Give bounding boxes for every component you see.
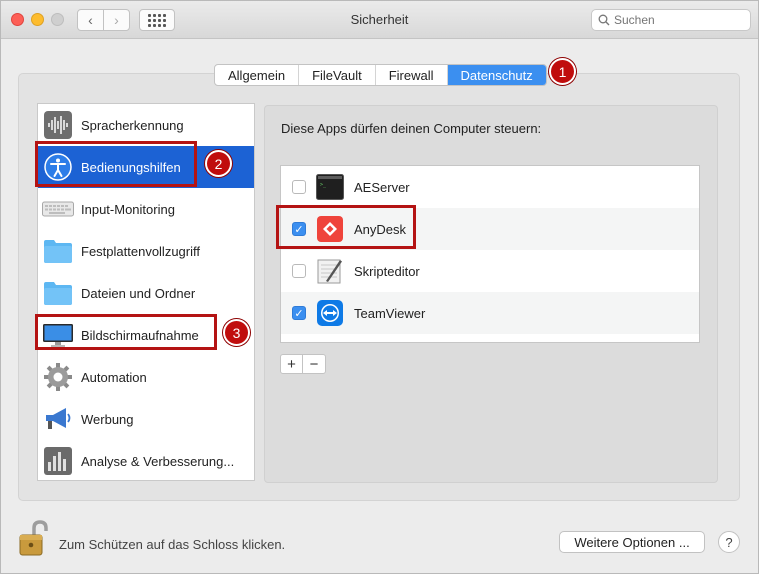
sidebar-item-analytics[interactable]: Analyse & Verbesserung... [38,440,254,480]
app-name: TeamViewer [354,305,426,321]
svg-text:>_: >_ [320,182,327,188]
sidebar-item-speech-recognition[interactable]: Spracherkennung [38,104,254,146]
annotation-highlight-screen-recording [35,314,217,350]
app-row-aeserver[interactable]: >_ AEServer [281,166,699,208]
preferences-window: ‹ › Sicherheit Allgemein FileVault Firew… [0,0,759,574]
sidebar-item-label: Festplattenvollzugriff [81,243,200,259]
megaphone-icon [42,403,74,435]
lock-hint: Zum Schützen auf das Schloss klicken. [59,537,286,552]
tab-filevault[interactable]: FileVault [299,65,376,85]
terminal-icon: >_ [316,173,344,201]
tab-firewall[interactable]: Firewall [376,65,448,85]
annotation-highlight-accessibility [35,141,197,187]
keyboard-icon [42,193,74,225]
app-checkbox[interactable] [292,264,306,278]
app-checkbox[interactable] [292,180,306,194]
sidebar-item-automation[interactable]: Automation [38,356,254,398]
folder-icon [42,277,74,309]
sidebar-item-advertising[interactable]: Werbung [38,398,254,440]
annotation-highlight-anydesk [276,205,416,249]
search-input[interactable] [614,13,744,27]
folder-icon [42,235,74,267]
sidebar-item-label: Input-Monitoring [81,201,175,217]
tab-privacy[interactable]: Datenschutz [447,65,546,85]
tab-bar: Allgemein FileVault Firewall Datenschutz [214,64,547,86]
add-remove-control: + − [280,354,326,374]
sidebar-item-full-disk-access[interactable]: Festplattenvollzugriff [38,230,254,272]
sidebar-item-label: Werbung [81,411,134,427]
advanced-options-button[interactable]: Weitere Optionen ... [559,531,705,553]
annotation-badge-3: 3 [223,319,250,346]
waveform-icon [42,109,74,141]
app-row-teamviewer[interactable]: ✓ TeamViewer [281,292,699,334]
search-field[interactable] [591,9,751,31]
annotation-badge-1: 1 [549,58,576,85]
gear-icon [42,361,74,393]
annotation-badge-2: 2 [205,150,232,177]
remove-app-button[interactable]: − [303,355,325,373]
search-icon [598,14,610,26]
lock-button[interactable] [18,519,50,559]
sidebar-item-label: Automation [81,369,147,385]
checkmark-icon: ✓ [294,307,304,320]
lock-open-icon [19,520,48,556]
app-permission-list: >_ AEServer ✓ AnyDesk Skripteditor ✓ Tea… [280,165,700,343]
sidebar-item-label: Analyse & Verbesserung... [81,453,235,469]
script-editor-icon [316,257,344,285]
sidebar-item-label: Dateien und Ordner [81,285,196,301]
add-app-button[interactable]: + [281,355,303,373]
sidebar-item-files-and-folders[interactable]: Dateien und Ordner [38,272,254,314]
app-name: AEServer [354,179,410,195]
tab-general[interactable]: Allgemein [215,65,300,85]
app-checkbox[interactable]: ✓ [292,306,306,320]
chart-icon [42,445,74,477]
help-button[interactable]: ? [718,531,740,553]
title-bar: ‹ › Sicherheit [1,1,758,39]
sidebar-item-label: Spracherkennung [81,117,184,133]
teamviewer-icon [316,299,344,327]
app-name: Skripteditor [354,263,420,279]
app-row-script-editor[interactable]: Skripteditor [281,250,699,292]
sidebar-item-input-monitoring[interactable]: Input-Monitoring [38,188,254,230]
permission-heading: Diese Apps dürfen deinen Computer steuer… [281,121,542,136]
